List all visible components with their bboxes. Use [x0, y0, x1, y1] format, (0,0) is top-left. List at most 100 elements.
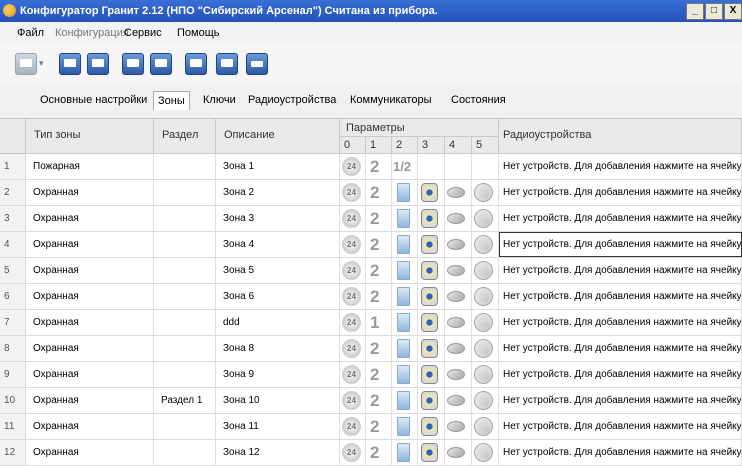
section-cell[interactable] [154, 414, 216, 439]
param-cell-2[interactable] [392, 414, 418, 439]
param-cell-3[interactable] [418, 258, 445, 283]
description-cell[interactable]: Зона 10 [216, 388, 340, 413]
tab-basic-settings[interactable]: Основные настройки [40, 94, 147, 106]
description-cell[interactable]: Зона 1 [216, 154, 340, 179]
menu-file[interactable]: Файл [17, 27, 44, 39]
param-cell-2[interactable] [392, 440, 418, 465]
maximize-button[interactable]: □ [705, 3, 723, 20]
table-row[interactable]: 9 Охранная Зона 9 24 2 Нет устройств. Для доб… [0, 362, 742, 388]
param-cell-1[interactable]: 2 [366, 206, 392, 231]
param-cell-4[interactable] [445, 206, 472, 231]
param-cell-0[interactable]: 24 [340, 440, 366, 465]
table-row[interactable]: 6 Охранная Зона 6 24 2 Нет устройств. Для доб… [0, 284, 742, 310]
zone-type-cell[interactable]: Охранная [26, 258, 154, 283]
param-cell-4[interactable] [445, 362, 472, 387]
zone-type-cell[interactable]: Охранная [26, 388, 154, 413]
description-cell[interactable]: Зона 5 [216, 258, 340, 283]
param-cell-1[interactable]: 2 [366, 362, 392, 387]
table-row[interactable]: 12 Охранная Зона 12 24 2 Нет устройств. Для д… [0, 440, 742, 466]
export-button[interactable] [216, 53, 238, 75]
param-cell-2[interactable] [392, 336, 418, 361]
param-cell-1[interactable]: 2 [366, 388, 392, 413]
param-cell-4[interactable] [445, 414, 472, 439]
close-button[interactable]: X [724, 3, 742, 20]
zone-type-cell[interactable]: Охранная [26, 206, 154, 231]
print-button[interactable] [246, 53, 268, 75]
zone-type-cell[interactable]: Охранная [26, 362, 154, 387]
param-cell-0[interactable]: 24 [340, 310, 366, 335]
param-cell-3[interactable] [418, 388, 445, 413]
radio-devices-cell[interactable]: Нет устройств. Для добавления нажмите на… [499, 154, 742, 179]
param-cell-4[interactable] [445, 154, 472, 179]
param-cell-3[interactable] [418, 180, 445, 205]
description-cell[interactable]: Зона 9 [216, 362, 340, 387]
param-cell-5[interactable] [472, 154, 499, 179]
radio-devices-cell[interactable]: Нет устройств. Для добавления нажмите на… [499, 440, 742, 465]
read-config-button[interactable] [59, 53, 81, 75]
param-cell-3[interactable] [418, 336, 445, 361]
param-cell-2[interactable] [392, 232, 418, 257]
table-row[interactable]: 2 Охранная Зона 2 24 2 Нет устройств. Для доб… [0, 180, 742, 206]
section-cell[interactable] [154, 310, 216, 335]
zone-type-cell[interactable]: Пожарная [26, 154, 154, 179]
param-cell-1[interactable]: 2 [366, 336, 392, 361]
param-cell-5[interactable] [472, 206, 499, 231]
radio-devices-cell[interactable]: Нет устройств. Для добавления нажмите на… [499, 362, 742, 387]
param-cell-5[interactable] [472, 388, 499, 413]
tab-states[interactable]: Состояния [451, 94, 506, 106]
description-cell[interactable]: ddd [216, 310, 340, 335]
param-cell-3[interactable] [418, 284, 445, 309]
param-cell-1[interactable]: 2 [366, 414, 392, 439]
param-cell-5[interactable] [472, 180, 499, 205]
description-cell[interactable]: Зона 8 [216, 336, 340, 361]
param-cell-4[interactable] [445, 284, 472, 309]
description-cell[interactable]: Зона 4 [216, 232, 340, 257]
zone-type-cell[interactable]: Охранная [26, 180, 154, 205]
radio-devices-cell[interactable]: Нет устройств. Для добавления нажмите на… [499, 284, 742, 309]
header-section[interactable]: Раздел [154, 119, 216, 154]
table-row[interactable]: 1 Пожарная Зона 1 24 2 1/2 Нет устройств. Для … [0, 154, 742, 180]
description-cell[interactable]: Зона 6 [216, 284, 340, 309]
param-cell-1[interactable]: 2 [366, 154, 392, 179]
param-cell-5[interactable] [472, 284, 499, 309]
param-cell-4[interactable] [445, 310, 472, 335]
minimize-button[interactable]: _ [686, 3, 704, 20]
param-cell-0[interactable]: 24 [340, 284, 366, 309]
zone-type-cell[interactable]: Охранная [26, 336, 154, 361]
section-cell[interactable] [154, 258, 216, 283]
radio-devices-cell[interactable]: Нет устройств. Для добавления нажмите на… [499, 310, 742, 335]
add-device-dropdown-icon[interactable]: ▾ [39, 58, 49, 80]
menu-service[interactable]: Сервис [124, 27, 162, 39]
table-row[interactable]: 8 Охранная Зона 8 24 2 Нет устройств. Для доб… [0, 336, 742, 362]
param-cell-4[interactable] [445, 180, 472, 205]
param-cell-4[interactable] [445, 388, 472, 413]
param-cell-3[interactable] [418, 414, 445, 439]
table-row[interactable]: 10 Охранная Раздел 1 Зона 10 24 2 Нет устройст… [0, 388, 742, 414]
param-cell-4[interactable] [445, 232, 472, 257]
section-cell[interactable] [154, 180, 216, 205]
param-cell-3[interactable] [418, 440, 445, 465]
section-cell[interactable] [154, 362, 216, 387]
param-cell-5[interactable] [472, 310, 499, 335]
tab-keys[interactable]: Ключи [203, 94, 236, 106]
param-cell-5[interactable] [472, 362, 499, 387]
param-cell-0[interactable]: 24 [340, 362, 366, 387]
zone-type-cell[interactable]: Охранная [26, 284, 154, 309]
param-cell-0[interactable]: 24 [340, 206, 366, 231]
section-cell[interactable] [154, 154, 216, 179]
param-cell-2[interactable] [392, 310, 418, 335]
param-cell-2[interactable] [392, 258, 418, 283]
section-cell[interactable] [154, 440, 216, 465]
param-cell-5[interactable] [472, 440, 499, 465]
param-cell-0[interactable]: 24 [340, 232, 366, 257]
table-row[interactable]: 5 Охранная Зона 5 24 2 Нет устройств. Для доб… [0, 258, 742, 284]
section-cell[interactable] [154, 284, 216, 309]
radio-devices-cell[interactable]: Нет устройств. Для добавления нажмите на… [499, 336, 742, 361]
tab-radio-devices[interactable]: Радиоустройства [248, 94, 336, 106]
header-zone-type[interactable]: Тип зоны [26, 119, 154, 154]
param-cell-0[interactable]: 24 [340, 388, 366, 413]
description-cell[interactable]: Зона 3 [216, 206, 340, 231]
param-cell-2[interactable] [392, 362, 418, 387]
param-cell-5[interactable] [472, 258, 499, 283]
param-cell-2[interactable]: 1/2 [392, 154, 418, 179]
